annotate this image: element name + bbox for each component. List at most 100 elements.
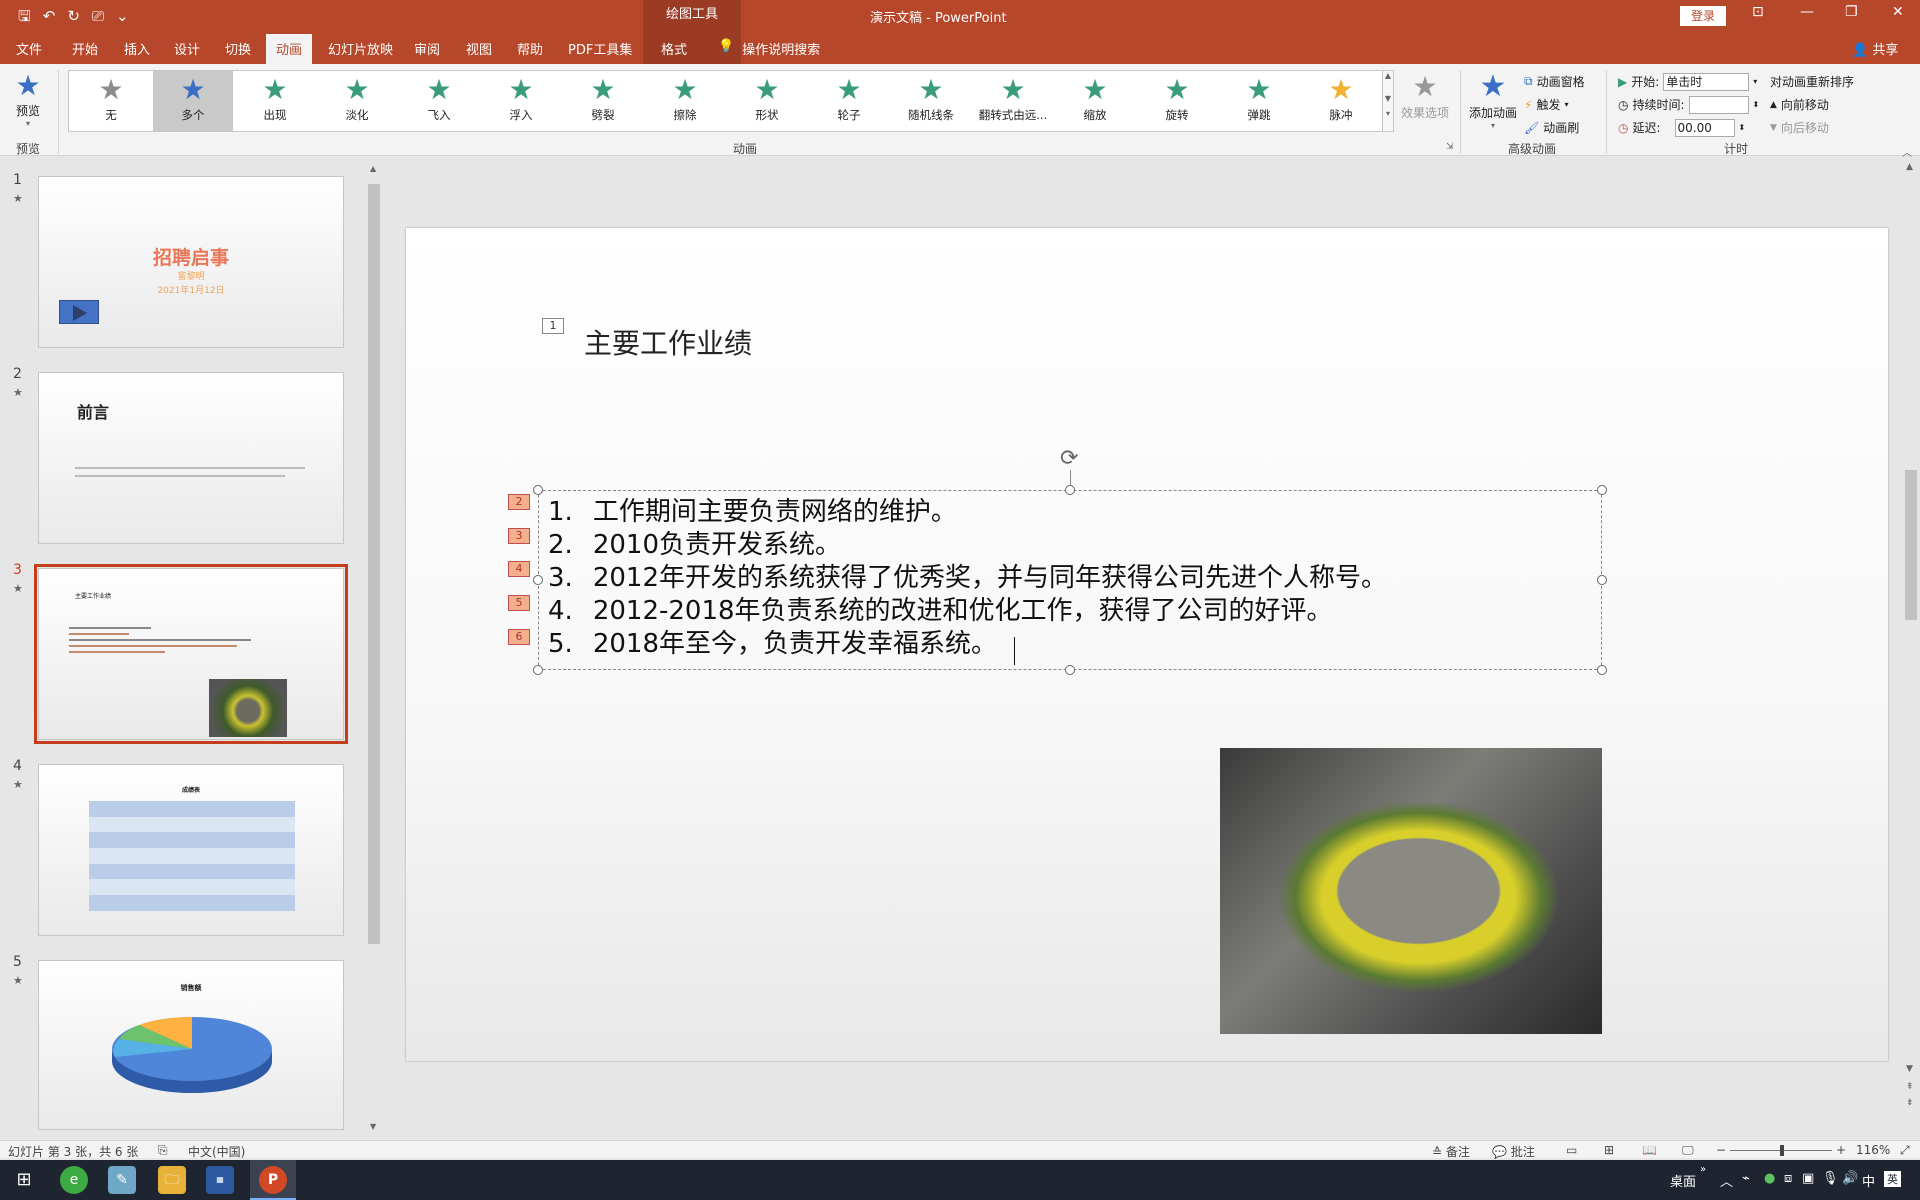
resize-handle[interactable] (1065, 665, 1075, 675)
tab-transitions[interactable]: 切换 (225, 39, 251, 58)
dialog-launcher-icon[interactable]: ⇲ (1446, 142, 1454, 152)
slideshow-view-icon[interactable]: 🖵 (1682, 1143, 1694, 1158)
notes-button[interactable]: ≙ 备注 (1432, 1143, 1470, 1160)
animation-effect-zoom[interactable]: ★ 缩放 (1055, 71, 1135, 131)
scrollbar-thumb[interactable] (368, 184, 380, 944)
start-select[interactable]: 单击时 (1663, 72, 1750, 91)
previous-slide-icon[interactable]: ⇞ (1906, 1082, 1914, 1092)
slide-thumbnail-5[interactable]: 销售额 (38, 960, 344, 1130)
animation-effect-spin[interactable]: ★ 旋转 (1137, 71, 1217, 131)
slide-title[interactable]: 主要工作业绩 (584, 322, 752, 362)
tab-help[interactable]: 帮助 (517, 39, 543, 58)
rotate-handle-icon[interactable]: ⟳ (1060, 446, 1078, 471)
spinner-icon[interactable]: ⬍ (1739, 123, 1746, 132)
reading-view-icon[interactable]: 📖 (1642, 1143, 1657, 1157)
slide-thumbnail-1[interactable]: 招聘启事 富黎明 2021年1月12日 (38, 176, 344, 348)
tab-insert[interactable]: 插入 (124, 39, 150, 58)
tab-design[interactable]: 设计 (174, 39, 200, 58)
tray-green-icon[interactable]: ● (1764, 1171, 1775, 1186)
animation-effect-bounce[interactable]: ★ 弹跳 (1219, 71, 1299, 131)
restore-icon[interactable]: ❐ (1845, 4, 1858, 20)
resize-handle[interactable] (1065, 485, 1075, 495)
animation-effect-grow-turn[interactable]: ★ 翻转式由远... (973, 71, 1053, 131)
gallery-scroll[interactable]: ▲ ▼ ▾ (1382, 70, 1394, 132)
presenter-icon[interactable]: ⎚ (92, 6, 104, 26)
scroll-down-icon[interactable]: ▼ (370, 1122, 376, 1131)
comments-button[interactable]: 💬 批注 (1492, 1143, 1535, 1160)
flower-wreath-image[interactable] (1220, 748, 1602, 1034)
tab-view[interactable]: 视图 (466, 39, 492, 58)
tab-pdf[interactable]: PDF工具集 (568, 39, 632, 58)
tab-animations[interactable]: 动画 (266, 34, 313, 64)
collapse-ribbon-icon[interactable]: ︿ (1902, 144, 1912, 159)
animation-effect-pulse[interactable]: ★ 脉冲 (1301, 71, 1381, 131)
animation-painter-button[interactable]: 🖌 动画刷 (1524, 116, 1585, 139)
ribbon-display-icon[interactable]: ⊡ (1752, 4, 1764, 20)
toolbar-overflow-icon[interactable]: » (1700, 1164, 1706, 1175)
animation-tag[interactable]: 5 (508, 595, 530, 611)
move-later-button[interactable]: ▼ 向后移动 (1770, 116, 1854, 139)
notepad-icon[interactable]: ✎ (108, 1166, 136, 1194)
animation-tag[interactable]: 3 (508, 528, 530, 544)
zoom-level[interactable]: 116% (1856, 1143, 1890, 1157)
animation-tag[interactable]: 4 (508, 561, 530, 577)
scroll-up-icon[interactable]: ▲ (370, 164, 376, 173)
trigger-button[interactable]: ⚡ 触发 ▾ (1524, 93, 1585, 116)
ime-indicator[interactable]: 中 (1862, 1171, 1875, 1190)
gallery-down-icon[interactable]: ▼ (1383, 94, 1393, 103)
resize-handle[interactable] (1597, 485, 1607, 495)
animation-effect-multiple[interactable]: ★ 多个 (153, 71, 233, 131)
zoom-out-icon[interactable]: − (1716, 1143, 1726, 1157)
scroll-down-icon[interactable]: ▼ (1906, 1064, 1913, 1074)
animation-effect-wheel[interactable]: ★ 轮子 (809, 71, 889, 131)
animation-effect-fly-in[interactable]: ★ 飞入 (399, 71, 479, 131)
save-icon[interactable]: 🖫 (18, 6, 31, 26)
animation-effect-fade[interactable]: ★ 淡化 (317, 71, 397, 131)
animation-tag[interactable]: 1 (542, 318, 564, 334)
chevron-down-icon[interactable]: ▾ (1753, 77, 1757, 86)
scroll-up-icon[interactable]: ▲ (1906, 162, 1913, 172)
animation-pane-button[interactable]: ⧉ 动画窗格 (1524, 70, 1585, 93)
tab-slideshow[interactable]: 幻灯片放映 (328, 39, 393, 58)
browser-icon[interactable]: e (60, 1166, 88, 1194)
scrollbar-thumb[interactable] (1905, 470, 1917, 620)
slide-thumbnail-4[interactable]: 成绩表 (38, 764, 344, 936)
undo-icon[interactable]: ↶ (43, 6, 56, 26)
animation-effect-split[interactable]: ★ 劈裂 (563, 71, 643, 131)
slide-sorter-icon[interactable]: ⊞ (1604, 1143, 1614, 1157)
editor-scrollbar[interactable]: ▲ ▼ ⇞ ⇟ (1902, 158, 1920, 1140)
file-explorer-icon[interactable]: 🗀 (158, 1166, 186, 1194)
gallery-more-icon[interactable]: ▾ (1383, 109, 1393, 118)
resize-handle[interactable] (1597, 665, 1607, 675)
zoom-slider-knob[interactable] (1780, 1145, 1784, 1156)
customize-toolbar-icon[interactable]: ⌄ (116, 6, 129, 26)
next-slide-icon[interactable]: ⇟ (1906, 1098, 1914, 1108)
powerpoint-icon[interactable]: P (259, 1166, 287, 1194)
login-button[interactable]: 登录 (1680, 6, 1726, 26)
normal-view-icon[interactable]: ▭ (1566, 1143, 1577, 1157)
zoom-in-icon[interactable]: + (1836, 1143, 1846, 1157)
animation-tag[interactable]: 2 (508, 494, 530, 510)
tab-review[interactable]: 审阅 (414, 39, 440, 58)
tab-format[interactable]: 格式 (661, 39, 687, 58)
gallery-up-icon[interactable]: ▲ (1383, 71, 1393, 80)
microphone-icon[interactable]: 🎙 (1822, 1171, 1839, 1186)
delay-input[interactable]: 00.00 (1674, 118, 1735, 137)
tray-app-icon[interactable]: ⌁ (1742, 1171, 1750, 1186)
desktop-toolbar[interactable]: 桌面 (1670, 1171, 1696, 1190)
animation-effect-appear[interactable]: ★ 出现 (235, 71, 315, 131)
resize-handle[interactable] (533, 665, 543, 675)
tab-home[interactable]: 开始 (72, 39, 98, 58)
fit-slide-icon[interactable]: ⤢ (1900, 1143, 1910, 1158)
spinner-icon[interactable]: ⬍ (1753, 100, 1760, 109)
ime-mode-indicator[interactable]: 英 (1884, 1171, 1901, 1187)
volume-icon[interactable]: 🔊 (1842, 1171, 1858, 1186)
preview-button[interactable]: ★ 预览 ▾ (10, 70, 46, 129)
tray-app-icon[interactable]: ⧈ (1784, 1171, 1792, 1186)
windows-start-icon[interactable]: ⊞ (10, 1166, 38, 1194)
animation-tag[interactable]: 6 (508, 629, 530, 645)
tab-file[interactable]: 文件 (16, 39, 42, 58)
share-button[interactable]: 👤 共享 (1852, 39, 1898, 58)
redo-icon[interactable]: ↻ (67, 6, 80, 26)
move-earlier-button[interactable]: ▲ 向前移动 (1770, 93, 1854, 116)
